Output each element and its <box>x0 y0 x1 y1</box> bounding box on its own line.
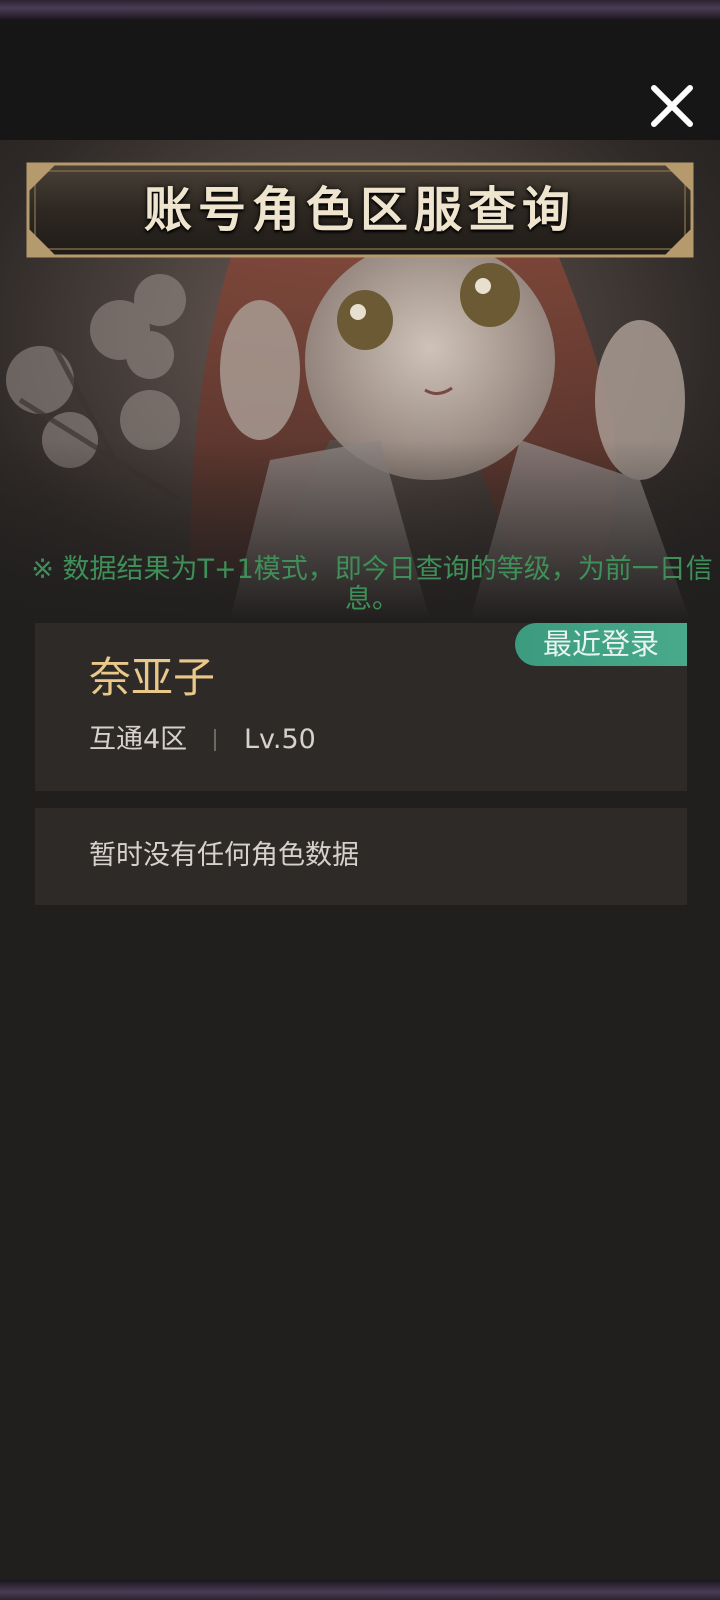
empty-state-text: 暂时没有任何角色数据 <box>89 840 359 871</box>
data-notice: ※ 数据结果为T+1模式，即今日查询的等级，为前一日信息。 <box>31 554 713 615</box>
recent-login-badge: 最近登录 <box>515 623 687 666</box>
close-button[interactable] <box>646 80 698 132</box>
separator <box>214 729 216 751</box>
role-server: 互通4区 <box>89 724 188 755</box>
role-level: Lv.50 <box>244 724 316 755</box>
bottom-frame-border <box>0 1580 720 1600</box>
page-title: 账号角色区服查询 <box>143 182 576 238</box>
role-name: 奈亚子 <box>89 653 216 702</box>
top-frame-border <box>0 0 720 20</box>
close-icon <box>651 85 693 127</box>
header-bar <box>0 20 720 140</box>
